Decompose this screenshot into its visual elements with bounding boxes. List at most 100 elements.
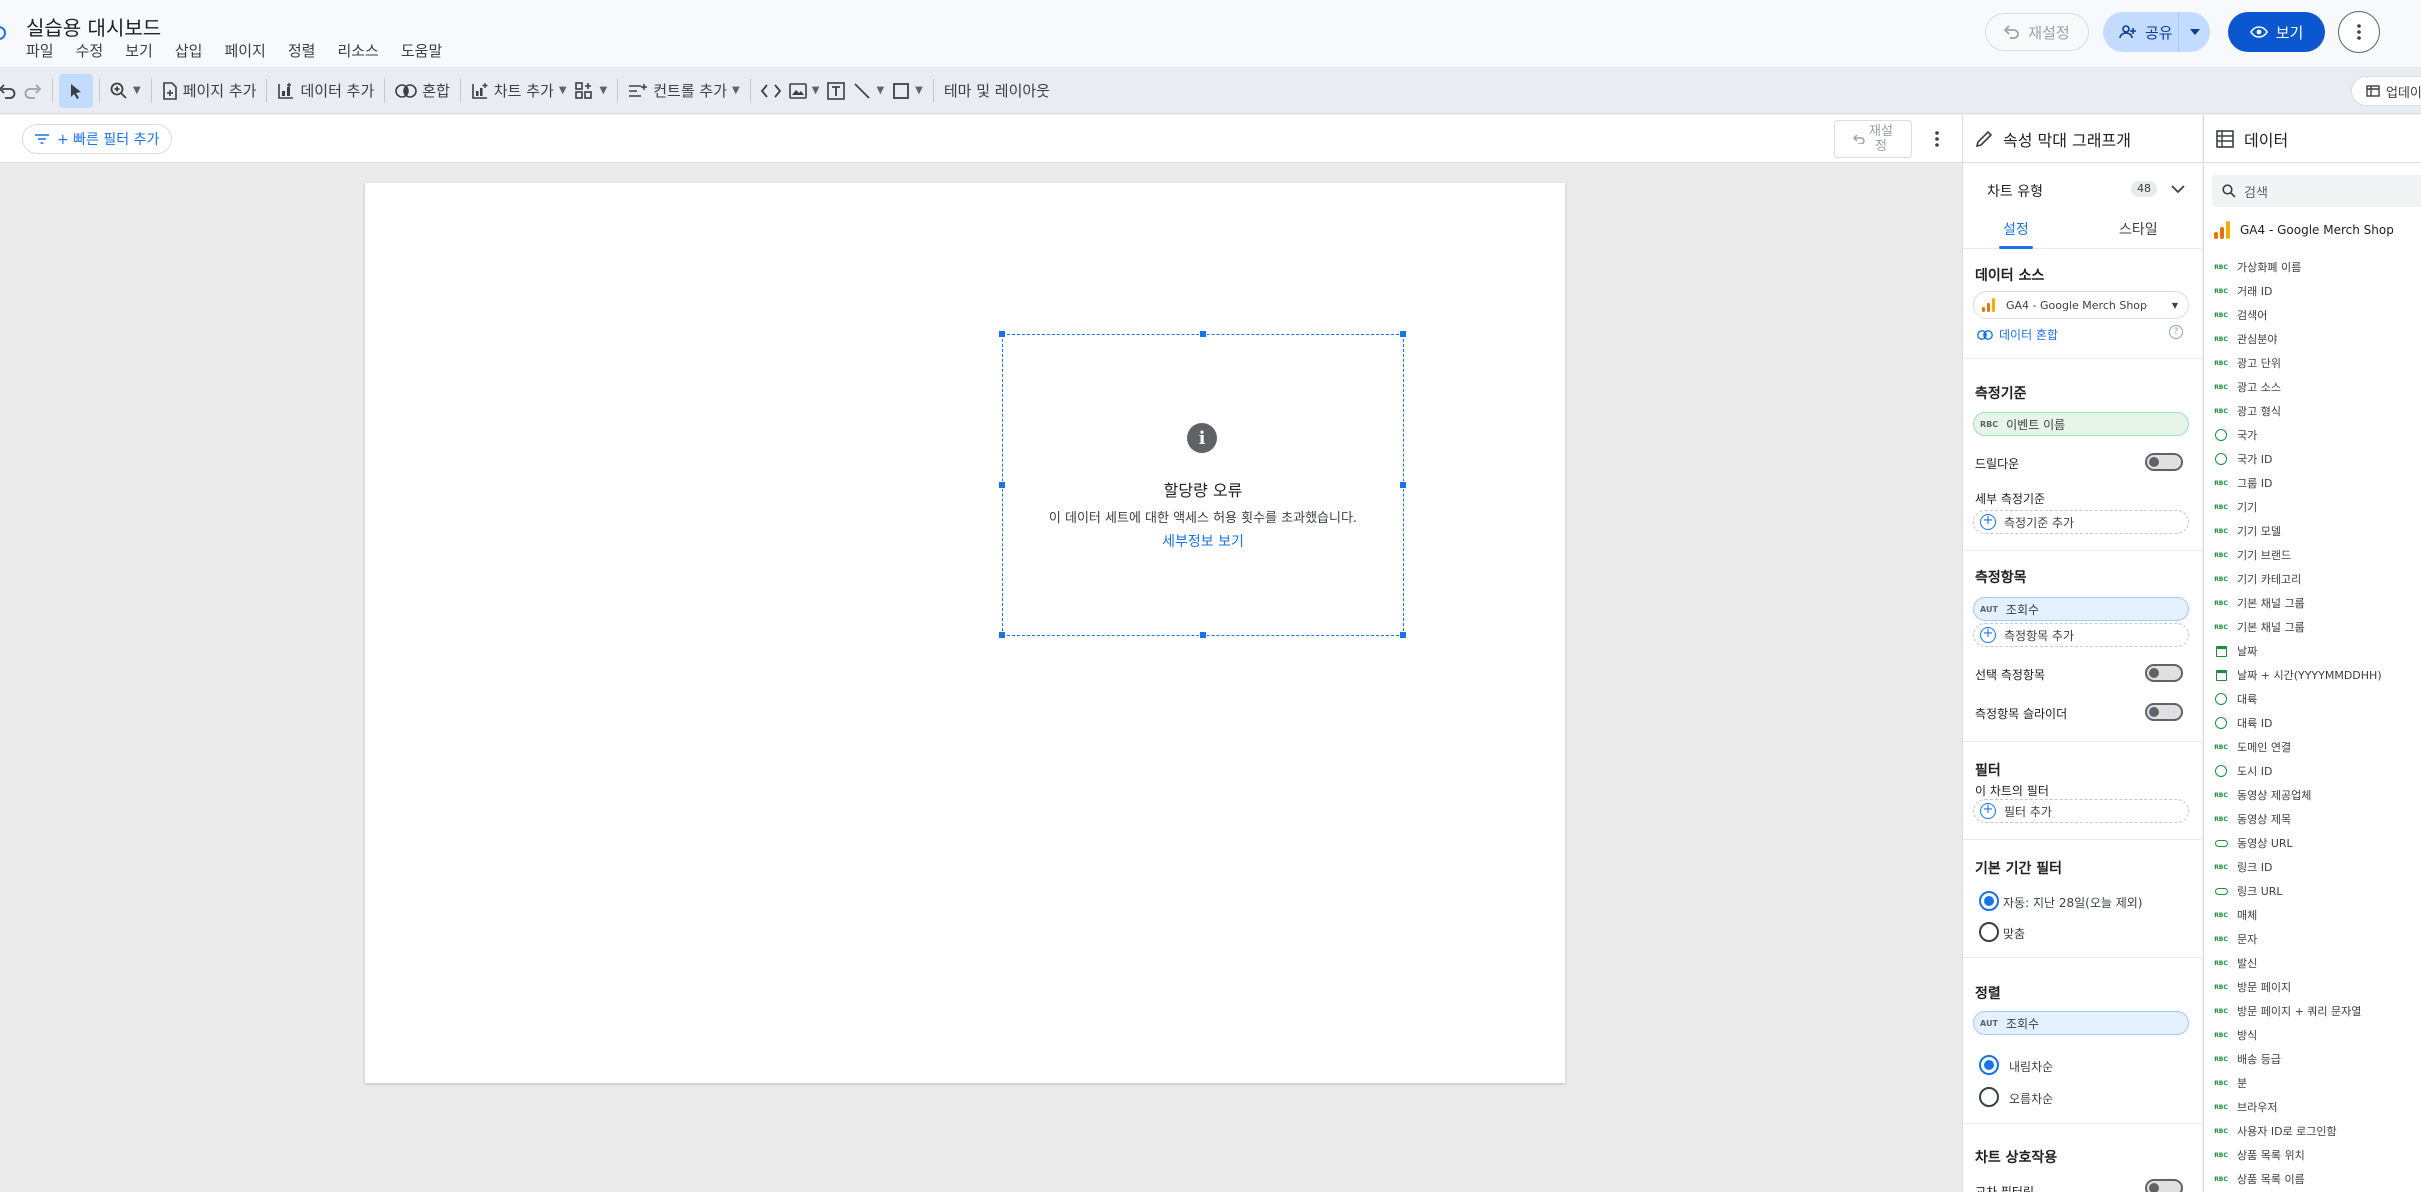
field-item[interactable]: RBC 도메인 연결 — [2214, 739, 2291, 755]
field-item[interactable]: RBC 기본 채널 그룹 — [2214, 619, 2305, 635]
undo-button[interactable] — [0, 74, 20, 108]
field-item[interactable]: RBC 기본 채널 그룹 — [2214, 595, 2305, 611]
field-item[interactable]: RBC 기기 카테고리 — [2214, 571, 2301, 587]
field-item[interactable]: RBC 기기 브랜드 — [2214, 547, 2291, 563]
resize-handle[interactable] — [1399, 330, 1407, 338]
chevron-down-icon[interactable] — [2171, 185, 2185, 194]
field-item[interactable]: 대륙 ID — [2214, 715, 2272, 731]
field-item[interactable]: RBC 상품 목록 이름 — [2214, 1171, 2305, 1187]
details-link[interactable]: 세부정보 보기 — [1003, 531, 1403, 551]
embed-code-button[interactable] — [757, 74, 785, 108]
blend-button[interactable]: 혼합 — [391, 74, 454, 108]
field-item[interactable]: RBC 방문 페이지 + 쿼리 문자열 — [2214, 1003, 2361, 1019]
field-item[interactable]: 국가 — [2214, 427, 2257, 443]
field-item[interactable]: RBC 기기 — [2214, 499, 2257, 515]
shape-button[interactable]: ▼ — [888, 74, 927, 108]
report-page[interactable]: i 할당량 오류 이 데이터 세트에 대한 액세스 허용 횟수를 초과했습니다.… — [365, 183, 1565, 1083]
tab-style[interactable]: 스타일 — [2119, 219, 2158, 239]
view-button[interactable]: 보기 — [2228, 12, 2325, 52]
help-icon[interactable]: ? — [2169, 325, 2183, 339]
sort-chip[interactable]: AUT 조회수 — [1973, 1011, 2189, 1035]
date-auto-radio[interactable] — [1979, 891, 1999, 911]
resize-handle[interactable] — [998, 330, 1006, 338]
field-item[interactable]: 동영상 URL — [2214, 835, 2293, 851]
field-item[interactable]: RBC 광고 단위 — [2214, 355, 2281, 371]
field-item[interactable]: RBC 광고 소스 — [2214, 379, 2281, 395]
more-vert-icon[interactable] — [1932, 127, 1942, 151]
drilldown-toggle[interactable] — [2145, 453, 2183, 471]
field-item[interactable]: RBC 동영상 제목 — [2214, 811, 2291, 827]
add-filter-button[interactable]: + 필터 추가 — [1973, 799, 2189, 823]
metric-chip[interactable]: AUT 조회수 — [1973, 597, 2189, 621]
add-dimension-button[interactable]: + 측정기준 추가 — [1973, 510, 2189, 534]
resize-handle[interactable] — [1399, 631, 1407, 639]
data-blend-link[interactable]: 데이터 혼합 — [1977, 326, 2058, 343]
menu-file[interactable]: 파일 — [26, 40, 54, 61]
field-item[interactable]: RBC 그룹 ID — [2214, 475, 2272, 491]
field-item[interactable]: RBC 광고 형식 — [2214, 403, 2281, 419]
field-item[interactable]: RBC 브라우저 — [2214, 1099, 2277, 1115]
resize-handle[interactable] — [998, 631, 1006, 639]
menu-insert[interactable]: 삽입 — [175, 40, 203, 61]
field-item[interactable]: RBC 발신 — [2214, 955, 2257, 971]
line-button[interactable]: ▼ — [849, 74, 888, 108]
share-button[interactable]: 공유 — [2103, 12, 2178, 52]
sort-asc-radio[interactable] — [1979, 1087, 1999, 1107]
field-item[interactable]: RBC 기기 모델 — [2214, 523, 2281, 539]
menu-help[interactable]: 도움말 — [401, 40, 442, 61]
menu-edit[interactable]: 수정 — [76, 40, 104, 61]
field-item[interactable]: 대륙 — [2214, 691, 2257, 707]
field-item[interactable]: RBC 동영상 제공업체 — [2214, 787, 2311, 803]
field-item[interactable]: 도시 ID — [2214, 763, 2272, 779]
logo-icon[interactable] — [0, 26, 6, 40]
field-item[interactable]: RBC 방문 페이지 — [2214, 979, 2291, 995]
more-options-button[interactable] — [2338, 11, 2380, 53]
theme-layout-button[interactable]: 테마 및 레이아웃 — [940, 74, 1054, 108]
resize-handle[interactable] — [1199, 330, 1207, 338]
field-item[interactable]: RBC 방식 — [2214, 1027, 2257, 1043]
optional-metric-toggle[interactable] — [2145, 664, 2183, 682]
field-item[interactable]: RBC 문자 — [2214, 931, 2257, 947]
select-tool-button[interactable] — [59, 73, 93, 108]
field-item[interactable]: RBC 분 — [2214, 1075, 2247, 1091]
field-item[interactable]: 날짜 + 시간(YYYYMMDDHH) — [2214, 667, 2382, 683]
zoom-button[interactable]: ▼ — [106, 74, 145, 108]
add-control-button[interactable]: 컨트롤 추가 ▼ — [624, 74, 743, 108]
field-item[interactable]: RBC 배송 등급 — [2214, 1051, 2281, 1067]
add-data-button[interactable]: 데이터 추가 — [273, 74, 378, 108]
menu-arrange[interactable]: 정렬 — [288, 40, 316, 61]
field-item[interactable]: RBC 매체 — [2214, 907, 2257, 923]
text-box-button[interactable] — [823, 74, 849, 108]
field-item[interactable]: RBC 사용자 ID로 로그인함 — [2214, 1123, 2336, 1139]
data-source-item[interactable]: GA4 - Google Merch Shop — [2214, 221, 2394, 239]
field-item[interactable]: 링크 URL — [2214, 883, 2283, 899]
share-dropdown-button[interactable] — [2178, 12, 2210, 52]
image-button[interactable]: ▼ — [785, 74, 824, 108]
data-search-input[interactable]: 검색 — [2212, 175, 2421, 207]
redo-button[interactable] — [20, 74, 46, 108]
menu-resources[interactable]: 리소스 — [337, 40, 378, 61]
community-viz-button[interactable]: ▼ — [571, 74, 612, 108]
update-button[interactable]: 업데이트 — [2351, 76, 2421, 106]
add-metric-button[interactable]: + 측정항목 추가 — [1973, 623, 2189, 647]
metric-slider-toggle[interactable] — [2145, 703, 2183, 721]
add-page-button[interactable]: 페이지 추가 — [158, 74, 261, 108]
chart-container[interactable]: i 할당량 오류 이 데이터 세트에 대한 액세스 허용 횟수를 초과했습니다.… — [998, 330, 1407, 639]
field-item[interactable]: 날짜 — [2214, 643, 2257, 659]
field-item[interactable]: RBC 검색어 — [2214, 307, 2267, 323]
quick-filter-button[interactable]: + 빠른 필터 추가 — [22, 124, 172, 154]
add-chart-button[interactable]: 차트 추가 ▼ — [467, 74, 571, 108]
field-item[interactable]: RBC 관심분야 — [2214, 331, 2277, 347]
menu-page[interactable]: 페이지 — [224, 40, 265, 61]
report-title[interactable]: 실습용 대시보드 — [26, 12, 161, 41]
reset-button[interactable]: 재설정 — [1985, 13, 2089, 51]
field-item[interactable]: RBC 링크 ID — [2214, 859, 2272, 875]
field-item[interactable]: 국가 ID — [2214, 451, 2272, 467]
date-custom-radio[interactable] — [1979, 922, 1999, 942]
field-item[interactable]: RBC 상품 목록 위치 — [2214, 1147, 2305, 1163]
field-item[interactable]: RBC 가상화폐 이름 — [2214, 259, 2301, 275]
menu-view[interactable]: 보기 — [125, 40, 153, 61]
filter-reset-button[interactable]: 재설 정 — [1834, 120, 1912, 158]
tab-setup[interactable]: 설정 — [2003, 219, 2029, 239]
data-source-select[interactable]: GA4 - Google Merch Shop ▼ — [1973, 291, 2189, 319]
